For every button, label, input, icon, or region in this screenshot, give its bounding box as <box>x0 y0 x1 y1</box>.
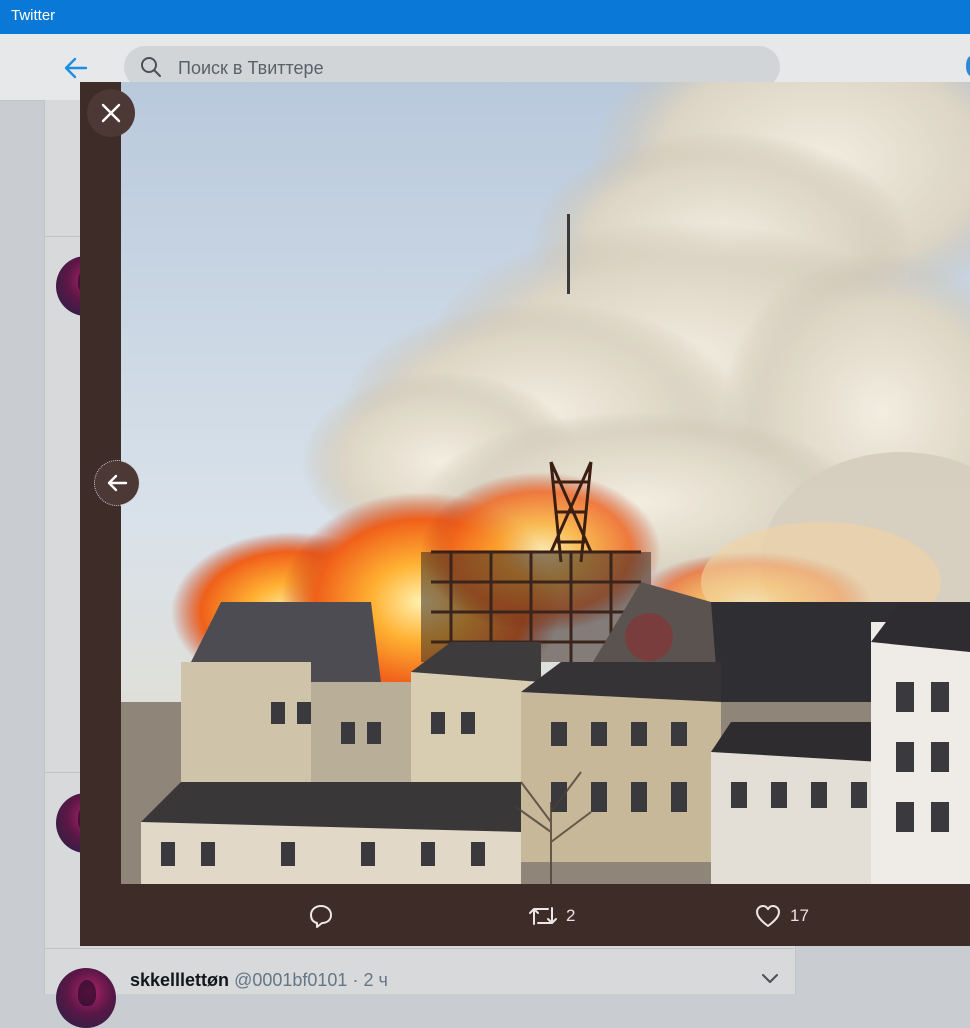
retweet-count: 2 <box>566 906 576 925</box>
heart-icon <box>756 905 780 927</box>
reply-icon <box>310 905 332 928</box>
retweet-icon <box>529 907 557 925</box>
reply-button[interactable] <box>308 902 334 930</box>
retweet-button[interactable]: 2 <box>528 902 575 930</box>
tweet-time[interactable]: 2 ч <box>363 970 387 990</box>
timeline-divider <box>44 948 794 949</box>
search-icon <box>141 57 161 77</box>
tweet-author-name[interactable]: skkelllettøn <box>130 970 229 990</box>
like-count: 17 <box>790 906 809 925</box>
window-titlebar: Twitter <box>0 0 970 34</box>
tweet-handle[interactable]: @0001bf0101 <box>234 970 347 990</box>
close-icon <box>101 103 121 123</box>
tweet-separator: · <box>352 970 359 990</box>
arrow-left-icon <box>107 474 128 492</box>
close-button[interactable] <box>87 89 135 137</box>
arrow-left-icon <box>64 57 88 79</box>
previous-media-button[interactable] <box>94 460 140 506</box>
search-input[interactable] <box>176 52 740 84</box>
back-button[interactable] <box>58 52 94 84</box>
window-title: Twitter <box>11 7 56 24</box>
avatar[interactable] <box>56 968 116 1028</box>
like-button[interactable]: 17 <box>754 902 809 930</box>
photo-image <box>121 82 970 884</box>
tweet-actions: 2 17 <box>80 884 970 946</box>
tweet-header: skkelllettøn @0001bf0101 · 2 ч <box>130 970 388 994</box>
media-photo[interactable] <box>121 82 970 884</box>
header-edge-button[interactable] <box>966 56 970 76</box>
chevron-down-icon[interactable] <box>760 970 780 986</box>
